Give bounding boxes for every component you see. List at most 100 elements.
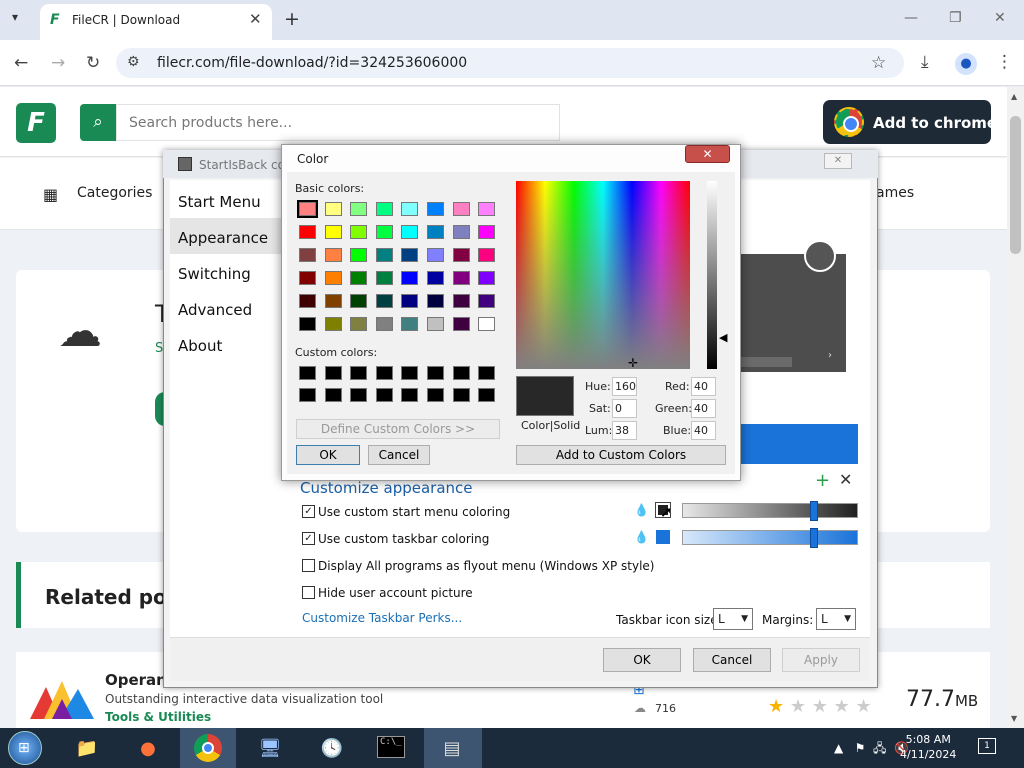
basic-color-swatch[interactable] xyxy=(452,294,470,308)
clock[interactable]: 5:08 AM 4/11/2024 xyxy=(900,732,956,762)
url-text[interactable]: filecr.com/file-download/?id=32425360600… xyxy=(157,55,467,71)
custom-color-swatch[interactable] xyxy=(324,366,342,380)
network-monitor-icon[interactable]: 🖥 xyxy=(250,733,290,765)
basic-color-swatch[interactable] xyxy=(452,248,470,262)
taskbar-slider-thumb[interactable] xyxy=(810,528,818,548)
custom-color-swatch[interactable] xyxy=(375,388,393,402)
color-dialog-close-icon[interactable]: ✕ xyxy=(685,145,730,163)
ok-button[interactable]: OK xyxy=(603,648,681,672)
custom-color-swatch[interactable] xyxy=(478,388,496,402)
custom-color-swatch[interactable] xyxy=(427,388,444,402)
add-to-custom-colors-button[interactable]: Add to Custom Colors xyxy=(516,445,726,465)
basic-color-swatch[interactable] xyxy=(478,294,496,308)
file-explorer-icon[interactable]: 📁 xyxy=(67,733,107,765)
color-cancel-button[interactable]: Cancel xyxy=(368,445,430,465)
new-tab-icon[interactable]: + xyxy=(284,8,300,30)
basic-color-swatch[interactable] xyxy=(299,225,316,239)
basic-color-swatch[interactable] xyxy=(452,225,470,239)
sat-field[interactable]: 0 xyxy=(612,399,637,418)
taskbar-coloring-checkbox[interactable]: ✓ xyxy=(302,532,315,545)
custom-color-swatch[interactable] xyxy=(427,366,444,380)
basic-color-swatch[interactable] xyxy=(401,248,419,262)
basic-color-swatch[interactable] xyxy=(350,202,368,216)
basic-color-swatch[interactable] xyxy=(427,248,444,262)
luminance-arrow-icon[interactable]: ◀ xyxy=(719,331,727,344)
remove-theme-icon[interactable]: ✕ xyxy=(839,470,852,489)
basic-color-swatch[interactable] xyxy=(375,248,393,262)
task-scheduler-icon[interactable]: 🕓 xyxy=(312,733,352,765)
basic-color-swatch[interactable] xyxy=(324,317,342,331)
flyout-menu-checkbox[interactable] xyxy=(302,559,315,572)
spectrum-crosshair-icon[interactable]: ✛ xyxy=(628,356,638,370)
menu-icon[interactable]: ⋮ xyxy=(996,52,1013,72)
basic-color-swatch[interactable] xyxy=(401,202,419,216)
basic-color-swatch[interactable] xyxy=(350,248,368,262)
basic-color-swatch[interactable] xyxy=(401,294,419,308)
taskbar-opacity-slider[interactable] xyxy=(682,530,858,545)
nav-advanced[interactable]: Advanced xyxy=(178,301,252,319)
margins-select[interactable]: L xyxy=(816,608,856,630)
basic-color-swatch[interactable] xyxy=(375,225,393,239)
basic-color-swatch[interactable] xyxy=(452,317,470,331)
basic-color-swatch[interactable] xyxy=(427,271,444,285)
basic-color-swatch[interactable] xyxy=(299,317,316,331)
firefox-icon[interactable]: ● xyxy=(128,733,168,765)
basic-color-swatch[interactable] xyxy=(452,271,470,285)
blue-field[interactable]: 40 xyxy=(691,421,716,440)
search-icon[interactable]: ⌕ xyxy=(80,104,116,141)
basic-color-swatch[interactable] xyxy=(401,225,419,239)
basic-color-swatch[interactable] xyxy=(375,317,393,331)
profile-icon[interactable]: ● xyxy=(955,53,977,75)
tab-close-icon[interactable]: ✕ xyxy=(249,10,262,28)
taskbar-transparency-drop-icon[interactable]: 💧 xyxy=(634,530,649,544)
basic-color-swatch[interactable] xyxy=(375,294,393,308)
custom-color-swatch[interactable] xyxy=(401,388,419,402)
custom-color-swatch[interactable] xyxy=(401,366,419,380)
custom-color-swatch[interactable] xyxy=(299,388,316,402)
basic-color-swatch[interactable] xyxy=(299,271,316,285)
define-custom-colors-button[interactable]: Define Custom Colors >> xyxy=(296,419,500,439)
basic-color-swatch[interactable] xyxy=(478,317,496,331)
site-info-icon[interactable]: ⚙ xyxy=(127,54,140,70)
nav-switching[interactable]: Switching xyxy=(178,265,251,283)
start-menu-opacity-slider[interactable] xyxy=(682,503,858,518)
bookmark-star-icon[interactable]: ☆ xyxy=(871,53,886,73)
basic-color-swatch[interactable] xyxy=(375,202,393,216)
basic-color-swatch[interactable] xyxy=(478,202,496,216)
basic-color-swatch[interactable] xyxy=(427,202,444,216)
back-icon[interactable]: ← xyxy=(14,53,28,73)
basic-color-swatch[interactable] xyxy=(427,225,444,239)
start-menu-slider-thumb[interactable] xyxy=(810,501,818,521)
basic-color-swatch[interactable] xyxy=(427,294,444,308)
product-category[interactable]: Tools & Utilities xyxy=(105,710,211,724)
custom-color-swatch[interactable] xyxy=(350,388,368,402)
basic-color-swatch[interactable] xyxy=(350,317,368,331)
scrollbar-thumb[interactable] xyxy=(1010,116,1021,254)
basic-color-swatch[interactable] xyxy=(350,294,368,308)
window-close-icon[interactable]: ✕ xyxy=(994,10,1006,26)
lum-field[interactable]: 38 xyxy=(612,421,637,440)
custom-color-swatch[interactable] xyxy=(299,366,316,380)
tab-search-icon[interactable]: ▾ xyxy=(12,10,30,28)
basic-color-swatch[interactable] xyxy=(299,294,316,308)
cmd-icon[interactable]: C:\_ xyxy=(377,736,405,758)
luminance-bar[interactable] xyxy=(707,181,717,369)
custom-color-swatch[interactable] xyxy=(350,366,368,380)
taskbar-color-swatch[interactable] xyxy=(656,530,670,544)
basic-color-swatch[interactable] xyxy=(350,271,368,285)
basic-color-swatch[interactable] xyxy=(324,202,342,216)
filecr-logo[interactable]: F xyxy=(16,103,56,143)
nav-appearance[interactable]: Appearance xyxy=(178,229,268,247)
basic-color-swatch[interactable] xyxy=(427,317,444,331)
custom-color-swatch[interactable] xyxy=(324,388,342,402)
reload-icon[interactable]: ↻ xyxy=(86,53,100,73)
color-ok-button[interactable]: OK xyxy=(296,445,360,465)
startisback-close-icon[interactable]: ✕ xyxy=(824,153,852,169)
add-theme-icon[interactable]: + xyxy=(815,470,830,491)
download-icon[interactable]: ⤓ xyxy=(921,52,929,72)
basic-color-swatch[interactable] xyxy=(401,317,419,331)
basic-color-swatch[interactable] xyxy=(452,202,470,216)
start-menu-coloring-checkbox[interactable]: ✓ xyxy=(302,505,315,518)
scroll-down-icon[interactable]: ▼ xyxy=(1011,714,1017,723)
startisback-taskbar-icon[interactable]: ▤ xyxy=(432,733,472,765)
